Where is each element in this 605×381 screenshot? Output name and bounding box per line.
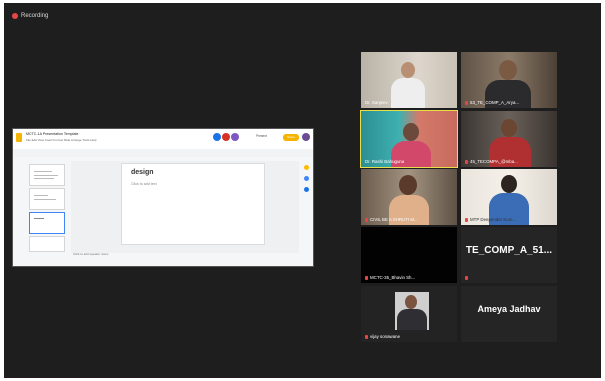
participant-name	[465, 275, 470, 280]
participant-name: vijay sonawane	[365, 334, 400, 339]
person-body	[391, 78, 425, 108]
shared-screen[interactable]: MCTC-1A Presentation Template File Edit …	[12, 128, 314, 267]
participant-name: 45_TECOMPA_@mba...	[465, 159, 518, 164]
muted-mic-icon	[465, 159, 468, 164]
recording-dot-icon	[12, 13, 18, 19]
muted-mic-icon	[365, 275, 368, 280]
menu-bar[interactable]: File Edit View Insert Format Slide Arran…	[26, 138, 96, 142]
participant-tile[interactable]: CIVIL BE A SHRUTI M...	[361, 169, 457, 225]
slides-titlebar: MCTC-1A Presentation Template File Edit …	[13, 129, 313, 150]
participant-tile-active-speaker[interactable]: Dr. Rashi Bahuguna	[360, 110, 458, 168]
tasks-icon[interactable]	[304, 176, 309, 181]
participant-tile[interactable]: 53_TE_COMP_A_Arya...	[461, 52, 557, 108]
participant-display-name: Ameya Jadhav	[477, 304, 541, 314]
participant-tile[interactable]: MTP Deepender Kum...	[461, 169, 557, 225]
participant-tile[interactable]: 45_TECOMPA_@mba...	[461, 111, 557, 167]
participant-tile[interactable]: vijay sonawane	[361, 286, 457, 342]
participant-display-name: TE_COMP_A_51...	[465, 245, 553, 256]
participant-name: CIVIL BE A SHRUTI M...	[365, 217, 418, 222]
muted-mic-icon	[365, 334, 368, 339]
slide-body-placeholder[interactable]: Click to add text	[131, 182, 157, 186]
avatar[interactable]	[222, 133, 230, 141]
slides-logo-icon	[16, 133, 22, 142]
muted-mic-icon	[365, 217, 368, 222]
user-avatar[interactable]	[302, 133, 310, 141]
recording-label: Recording	[21, 13, 49, 19]
person-head	[401, 62, 415, 78]
participant-tile[interactable]: Dr. Sanjeev	[361, 52, 457, 108]
participant-name: Dr. Rashi Bahuguna	[365, 159, 405, 164]
document-title-text: MCTC-1A Presentation Template	[26, 132, 79, 136]
slide-thumbnail[interactable]	[29, 164, 65, 186]
present-button[interactable]: Present	[256, 134, 267, 138]
share-button[interactable]: Share	[283, 134, 299, 141]
slides-toolbar[interactable]	[13, 149, 313, 157]
avatar[interactable]	[213, 133, 221, 141]
participant-name: 53_TE_COMP_A_Arya...	[465, 100, 519, 105]
participant-tile[interactable]: Ameya Jadhav	[461, 286, 557, 342]
recording-indicator: Recording	[12, 13, 48, 19]
participant-name: MTP Deepender Kum...	[465, 217, 516, 222]
meeting-stage: Recording MCTC-1A Presentation Template …	[4, 3, 601, 378]
slide-thumbnail[interactable]	[29, 236, 65, 252]
slide-thumbnail-selected[interactable]	[29, 212, 65, 234]
muted-mic-icon	[465, 217, 468, 222]
speaker-notes[interactable]: Click to add speaker notes	[73, 252, 108, 256]
participant-name: MCTC-35_Bhavin Sh...	[365, 275, 415, 280]
current-slide[interactable]: design Click to add text	[121, 163, 265, 245]
muted-mic-icon	[465, 100, 468, 105]
slide-thumbnail[interactable]	[29, 188, 65, 210]
slide-canvas: design Click to add text	[71, 161, 299, 253]
muted-mic-icon	[465, 275, 468, 280]
document-title[interactable]: MCTC-1A Presentation Template	[26, 132, 85, 136]
avatar[interactable]	[231, 133, 239, 141]
participant-tile[interactable]: TE_COMP_A_51...	[461, 227, 557, 283]
contacts-icon[interactable]	[304, 187, 309, 192]
collaborator-avatars[interactable]	[213, 133, 239, 141]
participant-tile[interactable]: MCTC-35_Bhavin Sh...	[361, 227, 457, 283]
participant-name: Dr. Sanjeev	[365, 100, 388, 105]
slide-title[interactable]: design	[131, 169, 154, 176]
keep-icon[interactable]	[304, 165, 309, 170]
side-panel-icons	[302, 159, 312, 259]
slide-thumbnails[interactable]	[17, 160, 65, 260]
